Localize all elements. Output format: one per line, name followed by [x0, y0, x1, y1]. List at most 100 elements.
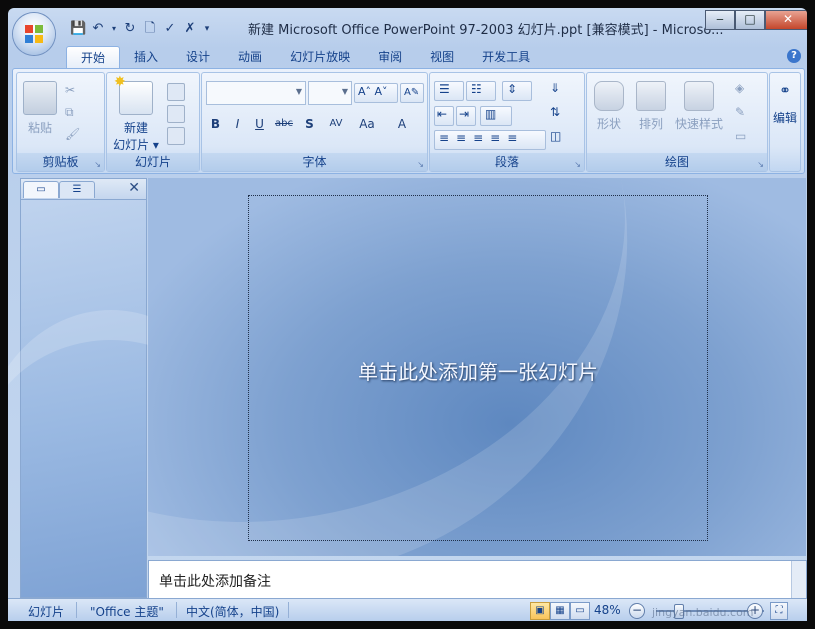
save-icon[interactable]: 💾 — [70, 21, 86, 37]
font-color-button[interactable]: A — [388, 115, 416, 133]
tab-review[interactable]: 审阅 — [364, 46, 416, 68]
dialog-launcher-icon[interactable]: ↘ — [757, 156, 764, 174]
tab-slides-thumbnails[interactable]: ▭ — [23, 181, 59, 198]
dialog-launcher-icon[interactable]: ↘ — [574, 156, 581, 174]
format-painter-icon[interactable]: ✗ — [182, 21, 198, 37]
format-painter-icon[interactable]: 🖌 — [65, 127, 81, 143]
grow-shrink-font-buttons[interactable]: A˄ A˅ — [354, 83, 398, 103]
slides-list[interactable] — [8, 200, 241, 597]
slide-show-view-icon[interactable]: ▭ — [570, 602, 590, 620]
watermark-url: jingyan.baidu.com — [652, 606, 754, 619]
paste-button[interactable]: 粘贴 — [23, 81, 57, 136]
fit-to-window-icon[interactable]: ⛶ — [770, 602, 788, 620]
editing-button[interactable]: ⚭ 编辑 — [770, 83, 800, 126]
increase-indent-icon: ⇥ — [459, 107, 470, 121]
dialog-launcher-icon[interactable]: ↘ — [94, 156, 101, 174]
print-preview-icon[interactable]: 🗋 — [142, 21, 158, 37]
strikethrough-button[interactable]: abc — [272, 115, 296, 133]
add-first-slide-text[interactable]: 单击此处添加第一张幻灯片 — [249, 356, 707, 385]
slide-placeholder[interactable]: 单击此处添加第一张幻灯片 — [248, 195, 708, 541]
tab-design[interactable]: 设计 — [172, 46, 224, 68]
pane-tabs: ▭ ☰ ✕ — [21, 179, 146, 200]
status-language[interactable]: 中文(简体，中国) — [186, 603, 279, 620]
tab-home[interactable]: 开始 — [66, 46, 121, 68]
group-label-slides: 幻灯片 — [107, 153, 199, 171]
group-drawing: 形状 排列 快速样式 ◈ ✎ ▭ 绘图 ↘ — [586, 72, 768, 172]
help-icon[interactable]: ? — [787, 49, 801, 63]
notes-scrollbar[interactable] — [791, 561, 806, 599]
notes-placeholder[interactable]: 单击此处添加备注 — [159, 571, 271, 591]
columns-button[interactable]: ▥ — [480, 106, 512, 126]
decrease-indent-button[interactable]: ⇤ — [434, 106, 454, 126]
shape-effects-icon[interactable]: ▭ — [735, 129, 751, 145]
dialog-launcher-icon[interactable]: ↘ — [417, 156, 424, 174]
divider — [288, 602, 289, 618]
bold-button[interactable]: B — [206, 115, 225, 133]
shapes-button[interactable]: 形状 — [591, 81, 627, 132]
divider — [176, 602, 177, 618]
zoom-out-icon[interactable]: − — [629, 603, 645, 619]
shape-outline-icon[interactable]: ✎ — [735, 105, 751, 121]
new-slide-label-2: 幻灯片 ▾ — [113, 138, 159, 152]
quick-styles-label: 快速样式 — [674, 117, 723, 131]
numbering-button[interactable]: ☷ — [466, 81, 496, 101]
reset-icon[interactable] — [167, 105, 185, 123]
group-label-font: 字体 ↘ — [202, 153, 427, 171]
slides-label: 幻灯片 — [134, 155, 171, 169]
status-view: 幻灯片 — [28, 605, 65, 619]
customize-icon[interactable]: ▾ — [202, 21, 212, 37]
dropdown-icon[interactable]: ▾ — [110, 21, 118, 37]
tab-developer[interactable]: 开发工具 — [468, 46, 544, 68]
copy-icon[interactable]: ⧉ — [65, 105, 81, 121]
bullets-button[interactable]: ☰ — [434, 81, 464, 101]
italic-button[interactable]: I — [228, 115, 247, 133]
text-direction-icon[interactable]: ⇓ — [550, 81, 566, 97]
minimize-button[interactable]: ‒ — [705, 10, 735, 30]
quick-styles-icon — [684, 81, 714, 111]
office-logo-icon — [25, 25, 43, 43]
tab-slide-show[interactable]: 幻灯片放映 — [276, 46, 364, 68]
clear-format-button[interactable]: A✎ — [400, 83, 424, 103]
tab-outline[interactable]: ☰ — [59, 181, 95, 198]
spelling-icon[interactable]: ✓ — [162, 21, 178, 37]
font-name-combo[interactable]: ▼ — [206, 81, 306, 105]
shadow-button[interactable]: S — [300, 115, 319, 133]
office-button[interactable] — [13, 13, 55, 55]
character-spacing-button[interactable]: AV — [322, 115, 350, 133]
delete-slide-icon[interactable] — [167, 127, 185, 145]
underline-button[interactable]: U — [250, 115, 269, 133]
font-size-combo[interactable]: ▼ — [308, 81, 352, 105]
change-case-button[interactable]: Aa — [354, 115, 380, 133]
redo-icon[interactable]: ↻ — [122, 21, 138, 37]
quick-styles-button[interactable]: 快速样式 — [673, 81, 725, 132]
increase-indent-button[interactable]: ⇥ — [456, 106, 476, 126]
normal-view-icon[interactable]: ▣ — [530, 602, 550, 620]
arrange-button[interactable]: 排列 — [633, 81, 669, 132]
close-button[interactable]: ✕ — [765, 10, 807, 30]
maximize-button[interactable]: □ — [735, 10, 765, 30]
align-text-icon[interactable]: ⇅ — [550, 105, 566, 121]
numbering-icon: ☷ — [471, 82, 482, 96]
close-pane-icon[interactable]: ✕ — [128, 180, 140, 196]
undo-icon[interactable]: ↶ — [90, 21, 106, 37]
chevron-down-icon: ▼ — [295, 87, 303, 96]
tab-insert[interactable]: 插入 — [120, 46, 172, 68]
tab-animations[interactable]: 动画 — [224, 46, 276, 68]
paste-label: 粘贴 — [27, 121, 52, 135]
bullets-icon: ☰ — [439, 82, 450, 96]
slide-sorter-view-icon[interactable]: ▦ — [550, 602, 570, 620]
decrease-indent-icon: ⇤ — [437, 107, 448, 121]
slide-thumbnail-icon: ▭ — [36, 184, 46, 195]
line-spacing-button[interactable]: ⇕ — [502, 81, 532, 101]
cut-icon[interactable]: ✂ — [65, 83, 81, 99]
layout-icon[interactable] — [167, 83, 185, 101]
tab-view[interactable]: 视图 — [416, 46, 468, 68]
group-label-paragraph: 段落 ↘ — [430, 153, 584, 171]
new-slide-button[interactable]: ✸ 新建 幻灯片 ▾ — [111, 74, 161, 153]
group-clipboard: 粘贴 ✂ ⧉ 🖌 剪贴板 ↘ — [16, 72, 105, 172]
smartart-icon[interactable]: ◫ — [550, 129, 566, 145]
alignment-buttons[interactable]: ≡≡≡≡≡ — [434, 130, 546, 150]
shape-fill-icon[interactable]: ◈ — [735, 81, 751, 97]
zoom-level[interactable]: 48% — [594, 603, 621, 617]
paragraph-label: 段落 — [494, 155, 519, 169]
